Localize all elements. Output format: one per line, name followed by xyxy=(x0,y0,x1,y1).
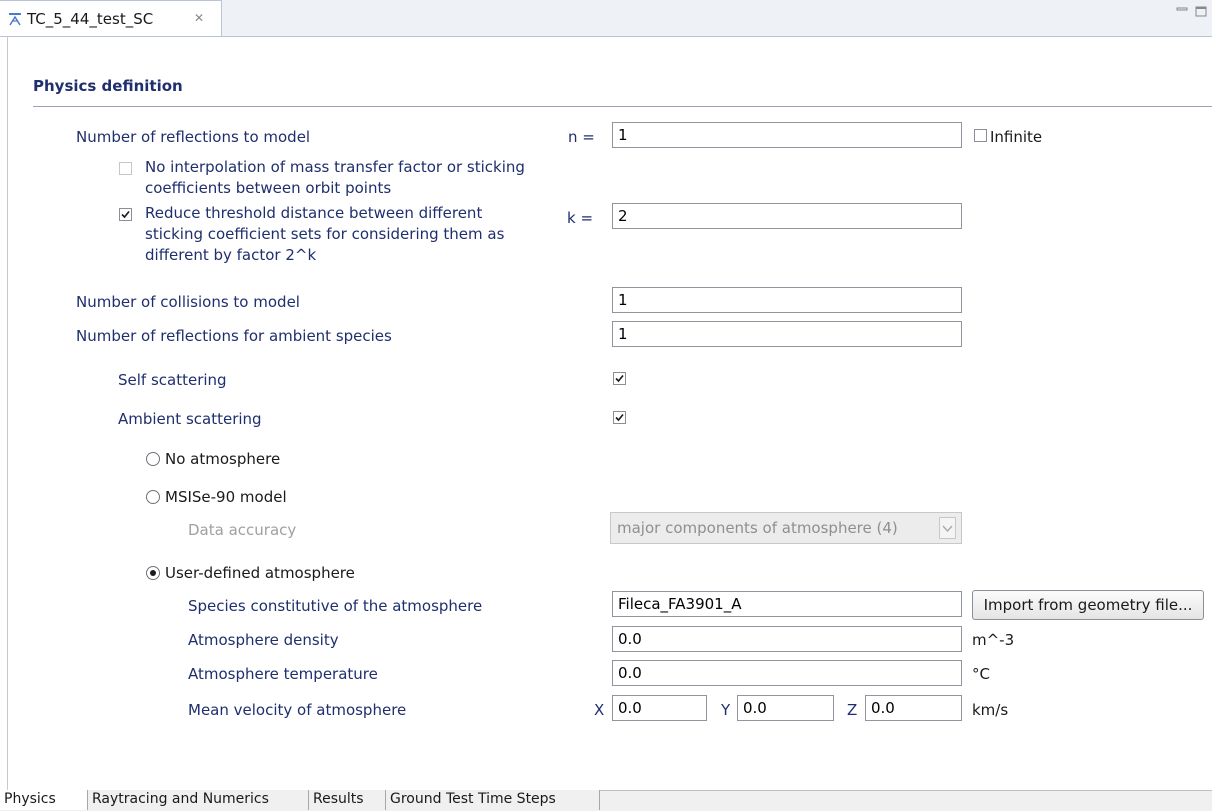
tab-raytracing-and-numerics[interactable]: Raytracing and Numerics xyxy=(88,790,309,810)
section-title: Physics definition xyxy=(33,77,183,95)
tab-results[interactable]: Results xyxy=(309,790,386,810)
self-scattering-checkbox[interactable] xyxy=(613,372,626,385)
reflections-label: Number of reflections to model xyxy=(76,128,311,146)
temperature-label: Atmosphere temperature xyxy=(188,665,378,683)
k-input[interactable]: 2 xyxy=(612,203,962,229)
ambient-reflections-label: Number of reflections for ambient specie… xyxy=(76,327,392,345)
collisions-input[interactable]: 1 xyxy=(612,287,962,313)
species-input[interactable]: Fileca_FA3901_A xyxy=(612,591,962,617)
velocity-label: Mean velocity of atmosphere xyxy=(188,701,407,719)
editor-file-icon xyxy=(9,13,21,26)
self-scattering-label: Self scattering xyxy=(118,371,227,389)
data-accuracy-label: Data accuracy xyxy=(188,521,297,539)
species-label: Species constitutive of the atmosphere xyxy=(188,597,483,615)
ambient-scattering-checkbox[interactable] xyxy=(613,411,626,424)
user-defined-radio[interactable] xyxy=(146,566,160,580)
temperature-unit: °C xyxy=(972,665,990,683)
density-unit: m^-3 xyxy=(972,631,1015,649)
editor-tab[interactable]: TC_5_44_test_SC ✕ xyxy=(0,0,222,36)
n-prefix: n = xyxy=(568,128,595,146)
velocity-y-input[interactable]: 0.0 xyxy=(737,695,834,721)
velocity-z-input[interactable]: 0.0 xyxy=(865,695,962,721)
no-atmosphere-label: No atmosphere xyxy=(165,450,281,468)
msise-radio[interactable] xyxy=(146,490,160,504)
data-accuracy-value: major components of atmosphere (4) xyxy=(617,519,898,537)
velocity-unit: km/s xyxy=(972,701,1009,719)
section-divider xyxy=(33,106,1212,107)
density-input[interactable]: 0.0 xyxy=(612,626,962,652)
tab-physics[interactable]: Physics xyxy=(0,790,88,810)
velocity-z-label: Z xyxy=(847,701,858,719)
dropdown-arrow[interactable] xyxy=(939,517,956,539)
data-accuracy-select[interactable]: major components of atmosphere (4) xyxy=(610,512,962,544)
maximize-icon[interactable] xyxy=(1195,6,1208,17)
no-atmosphere-radio[interactable] xyxy=(146,452,160,466)
infinite-label: Infinite xyxy=(990,128,1043,146)
ambient-reflections-input[interactable]: 1 xyxy=(612,321,962,347)
user-defined-label: User-defined atmosphere xyxy=(165,564,355,582)
reflections-input[interactable]: 1 xyxy=(612,122,962,148)
no-interpolation-label: No interpolation of mass transfer factor… xyxy=(145,158,525,197)
temperature-input[interactable]: 0.0 xyxy=(612,660,962,686)
check-icon xyxy=(121,210,130,219)
import-from-geometry-button[interactable]: Import from geometry file... xyxy=(972,590,1204,620)
editor-tab-title: TC_5_44_test_SC xyxy=(27,10,154,28)
tab-ground-test-time-steps[interactable]: Ground Test Time Steps xyxy=(386,790,600,810)
velocity-y-label: Y xyxy=(721,701,731,719)
close-icon[interactable]: ✕ xyxy=(194,11,204,25)
infinite-checkbox[interactable] xyxy=(974,129,987,142)
minimize-icon[interactable] xyxy=(1176,6,1189,17)
density-label: Atmosphere density xyxy=(188,631,339,649)
msise-label: MSISe-90 model xyxy=(165,488,287,506)
reduce-threshold-checkbox[interactable] xyxy=(119,208,132,221)
velocity-x-input[interactable]: 0.0 xyxy=(612,695,707,721)
check-icon xyxy=(615,413,624,422)
check-icon xyxy=(615,374,624,383)
k-prefix: k = xyxy=(567,209,594,227)
no-interpolation-checkbox[interactable] xyxy=(119,162,132,175)
collisions-label: Number of collisions to model xyxy=(76,293,300,311)
reduce-threshold-label: Reduce threshold distance between differ… xyxy=(145,204,505,264)
ambient-scattering-label: Ambient scattering xyxy=(118,410,262,428)
chevron-down-icon xyxy=(942,525,953,533)
velocity-x-label: X xyxy=(594,701,605,719)
